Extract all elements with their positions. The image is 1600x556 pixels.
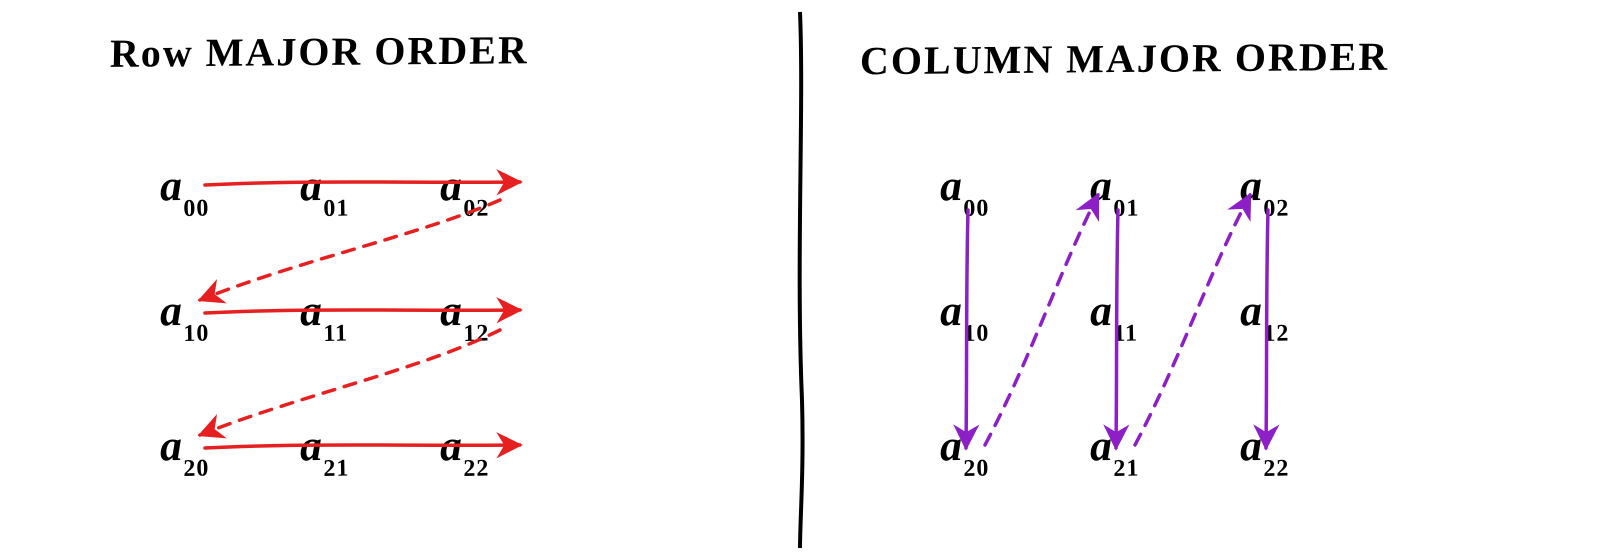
cell-L-02: a02 [440, 160, 490, 218]
cell-L-22: a22 [440, 420, 490, 478]
cell-R-12: a12 [1240, 285, 1290, 343]
column-major-title: COLUMN MAJOR ORDER [860, 33, 1390, 85]
cell-L-10: a10 [160, 285, 210, 343]
cell-R-10: a10 [940, 285, 990, 343]
cell-L-00: a00 [160, 160, 210, 218]
diagram-overlay [0, 0, 1600, 556]
cell-R-21: a21 [1090, 420, 1140, 478]
cell-R-02: a02 [1240, 160, 1290, 218]
cell-L-12: a12 [440, 285, 490, 343]
cell-R-01: a01 [1090, 160, 1140, 218]
cell-L-01: a01 [300, 160, 350, 218]
cell-L-11: a11 [300, 285, 349, 343]
cell-R-22: a22 [1240, 420, 1290, 478]
divider-line [800, 12, 803, 548]
arrow-wrap-col0-to-col1 [985, 195, 1098, 445]
cell-L-20: a20 [160, 420, 210, 478]
cell-L-21: a21 [300, 420, 350, 478]
cell-R-20: a20 [940, 420, 990, 478]
cell-R-11: a11 [1090, 285, 1139, 343]
cell-R-00: a00 [940, 160, 990, 218]
arrow-wrap-col1-to-col2 [1135, 195, 1250, 445]
row-major-title: Row MAJOR ORDER [110, 26, 530, 77]
